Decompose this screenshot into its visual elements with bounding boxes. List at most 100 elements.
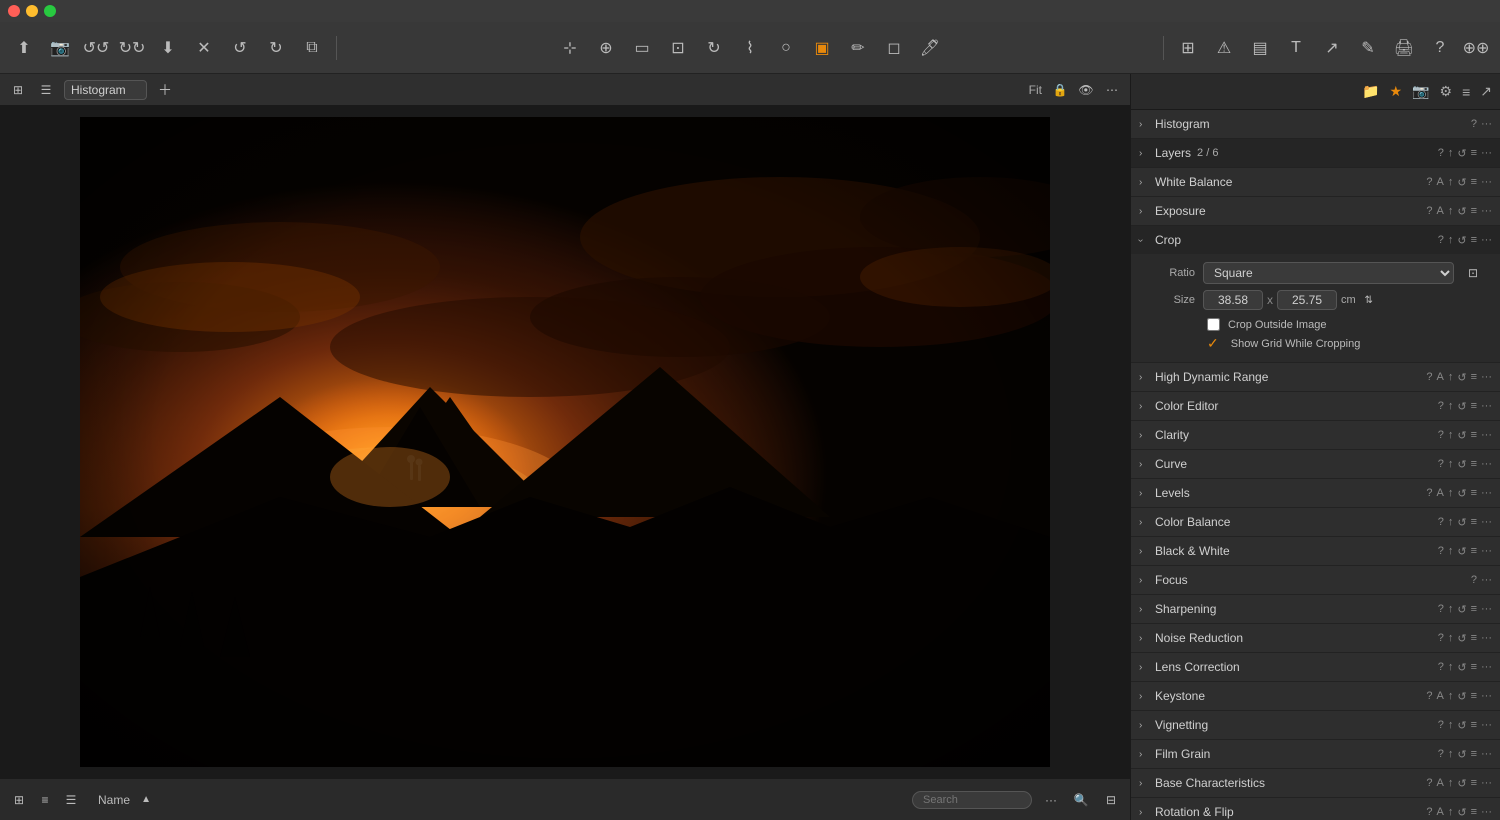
ce-undo-icon[interactable]: ↺ <box>1457 400 1466 413</box>
lock-icon[interactable]: 🔒 <box>1050 80 1070 100</box>
ks-menu-icon[interactable]: ≡ <box>1471 690 1477 702</box>
curve-more-icon[interactable]: ··· <box>1481 458 1492 470</box>
clarity-arrow-icon[interactable]: ↑ <box>1448 429 1454 441</box>
lens-undo-icon[interactable]: ↺ <box>1457 661 1466 674</box>
sharp-more-icon[interactable]: ··· <box>1481 603 1492 615</box>
rot-more-icon[interactable]: ··· <box>1481 806 1492 818</box>
curve-undo-icon[interactable]: ↺ <box>1457 458 1466 471</box>
bc-help-icon[interactable]: ? <box>1426 777 1432 789</box>
crop-more-icon[interactable]: ··· <box>1481 234 1492 246</box>
hdr-arrow-icon[interactable]: ↑ <box>1448 371 1454 383</box>
brush-tool[interactable]: ✏ <box>842 32 874 64</box>
exposure-a-icon[interactable]: A <box>1437 205 1444 217</box>
crop-arrow-icon[interactable]: ↑ <box>1448 234 1454 246</box>
section-ce-header[interactable]: Color Editor ? ↑ ↺ ≡ ··· <box>1131 392 1500 420</box>
fg-more-icon[interactable]: ··· <box>1481 748 1492 760</box>
noise-arrow-icon[interactable]: ↑ <box>1448 632 1454 644</box>
noise-undo-icon[interactable]: ↺ <box>1457 632 1466 645</box>
cb-arrow-icon[interactable]: ↑ <box>1448 516 1454 528</box>
section-ks-header[interactable]: Keystone ? A ↑ ↺ ≡ ··· <box>1131 682 1500 710</box>
sharp-arrow-icon[interactable]: ↑ <box>1448 603 1454 615</box>
crop-height-input[interactable] <box>1277 290 1337 310</box>
section-rot-header[interactable]: Rotation & Flip ? A ↑ ↺ ≡ ··· <box>1131 798 1500 820</box>
bc-menu-icon[interactable]: ≡ <box>1471 777 1477 789</box>
rotate-tool[interactable]: ↻ <box>698 32 730 64</box>
view-icon[interactable]: 👁 <box>1076 80 1096 100</box>
clarity-undo-icon[interactable]: ↺ <box>1457 429 1466 442</box>
crop-width-input[interactable] <box>1203 290 1263 310</box>
bw-arrow-icon[interactable]: ↑ <box>1448 545 1454 557</box>
hdr-a-icon[interactable]: A <box>1437 371 1444 383</box>
section-noise-header[interactable]: Noise Reduction ? ↑ ↺ ≡ ··· <box>1131 624 1500 652</box>
bc-undo-icon[interactable]: ↺ <box>1457 777 1466 790</box>
show-grid-checkmark[interactable]: ✓ <box>1207 335 1219 352</box>
filmstrip-list-icon[interactable]: ≡ <box>34 789 56 811</box>
levels-menu-icon[interactable]: ≡ <box>1471 487 1477 499</box>
ks-more-icon[interactable]: ··· <box>1481 690 1492 702</box>
clarity-menu-icon[interactable]: ≡ <box>1471 429 1477 441</box>
photo[interactable] <box>80 117 1050 767</box>
layers-undo-icon[interactable]: ↺ <box>1457 147 1466 160</box>
section-levels-header[interactable]: Levels ? A ↑ ↺ ≡ ··· <box>1131 479 1500 507</box>
curve-menu-icon[interactable]: ≡ <box>1471 458 1477 470</box>
levels-undo-icon[interactable]: ↺ <box>1457 487 1466 500</box>
print-icon[interactable]: 🖨 <box>1388 32 1420 64</box>
canvas-more-icon[interactable]: ⋯ <box>1102 80 1122 100</box>
close-icon[interactable]: ✕ <box>188 32 220 64</box>
wb-help-icon[interactable]: ? <box>1426 176 1432 188</box>
layers-help-icon[interactable]: ? <box>1438 147 1444 159</box>
crop-undo-icon[interactable]: ↺ <box>1457 234 1466 247</box>
select-tool[interactable]: ⊹ <box>554 32 586 64</box>
ks-arrow-icon[interactable]: ↑ <box>1448 690 1454 702</box>
section-lens-header[interactable]: Lens Correction ? ↑ ↺ ≡ ··· <box>1131 653 1500 681</box>
exposure-help-icon[interactable]: ? <box>1426 205 1432 217</box>
section-crop-header[interactable]: Crop ? ↑ ↺ ≡ ··· <box>1131 226 1500 254</box>
lens-more-icon[interactable]: ··· <box>1481 661 1492 673</box>
panel-folder-icon[interactable]: 📁 <box>1362 83 1379 100</box>
cb-help-icon[interactable]: ? <box>1438 516 1444 528</box>
wb-a-icon[interactable]: A <box>1437 176 1444 188</box>
filmstrip-grid-icon[interactable]: ⊞ <box>8 789 30 811</box>
bc-more-icon[interactable]: ··· <box>1481 777 1492 789</box>
bw-more-icon[interactable]: ··· <box>1481 545 1492 557</box>
section-bc-header[interactable]: Base Characteristics ? A ↑ ↺ ≡ ··· <box>1131 769 1500 797</box>
undo-icon[interactable]: ↺ <box>224 32 256 64</box>
cb-undo-icon[interactable]: ↺ <box>1457 516 1466 529</box>
maximize-window-button[interactable] <box>44 5 56 17</box>
crop-outside-checkbox[interactable] <box>1207 318 1220 331</box>
rot-undo-icon[interactable]: ↺ <box>1457 806 1466 819</box>
section-vig-header[interactable]: Vignetting ? ↑ ↺ ≡ ··· <box>1131 711 1500 739</box>
sharp-help-icon[interactable]: ? <box>1438 603 1444 615</box>
wb-menu-icon[interactable]: ≡ <box>1471 176 1477 188</box>
hdr-help-icon[interactable]: ? <box>1426 371 1432 383</box>
exposure-more-icon[interactable]: ··· <box>1481 205 1492 217</box>
crop-menu-icon[interactable]: ≡ <box>1471 234 1477 246</box>
panel-sliders-icon[interactable]: ≡ <box>1462 84 1470 100</box>
histogram-help-icon[interactable]: ? <box>1471 118 1477 130</box>
noise-menu-icon[interactable]: ≡ <box>1471 632 1477 644</box>
minimize-window-button[interactable] <box>26 5 38 17</box>
section-layers-header[interactable]: Layers 2 / 6 ? ↑ ↺ ≡ ··· <box>1131 139 1500 167</box>
export-icon[interactable]: ⬆ <box>8 32 40 64</box>
section-curve-header[interactable]: Curve ? ↑ ↺ ≡ ··· <box>1131 450 1500 478</box>
panel-star-icon[interactable]: ★ <box>1390 83 1403 100</box>
vig-more-icon[interactable]: ··· <box>1481 719 1492 731</box>
crop-size-arrows-icon[interactable]: ⇅ <box>1360 291 1378 309</box>
focus-help-icon[interactable]: ? <box>1471 574 1477 586</box>
layers-up-icon[interactable]: ↑ <box>1448 147 1454 159</box>
wb-arrow-icon[interactable]: ↑ <box>1448 176 1454 188</box>
filmstrip-detail-icon[interactable]: ☰ <box>60 789 82 811</box>
section-exposure-header[interactable]: Exposure ? A ↑ ↺ ≡ ··· <box>1131 197 1500 225</box>
edit-icon[interactable]: ✎ <box>1352 32 1384 64</box>
arrow-icon[interactable]: ↗ <box>1316 32 1348 64</box>
sharp-undo-icon[interactable]: ↺ <box>1457 603 1466 616</box>
filmstrip-zoom-out-icon[interactable]: 🔍 <box>1070 789 1092 811</box>
redo-all-icon[interactable]: ↻↻ <box>116 32 148 64</box>
vig-arrow-icon[interactable]: ↑ <box>1448 719 1454 731</box>
levels-arrow-icon[interactable]: ↑ <box>1448 487 1454 499</box>
lens-help-icon[interactable]: ? <box>1438 661 1444 673</box>
layers-grid-icon[interactable]: ⊞ <box>8 80 28 100</box>
cb-more-icon[interactable]: ··· <box>1481 516 1492 528</box>
ce-arrow-icon[interactable]: ↑ <box>1448 400 1454 412</box>
vig-help-icon[interactable]: ? <box>1438 719 1444 731</box>
